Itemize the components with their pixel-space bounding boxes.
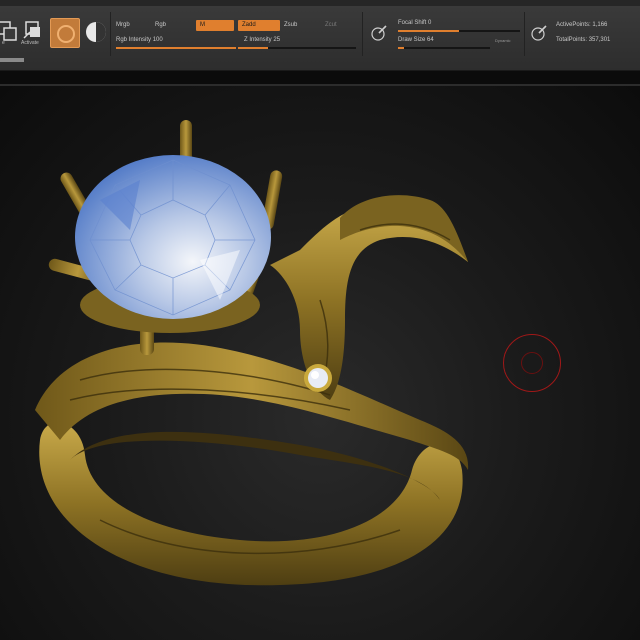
ring-back-band — [70, 431, 440, 500]
brush-cursor-inner — [521, 352, 543, 374]
ring-model[interactable] — [0, 0, 640, 640]
side-stone — [304, 364, 332, 392]
diamond-gem — [75, 155, 271, 319]
ring-front-twig — [35, 342, 469, 470]
brush-cursor — [503, 334, 561, 392]
